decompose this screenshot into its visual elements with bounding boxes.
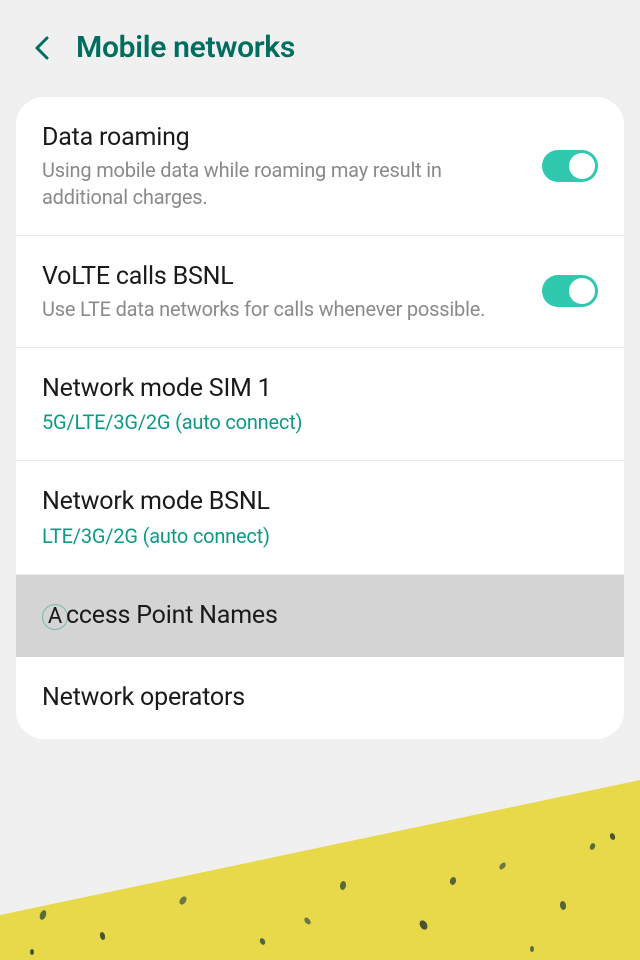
item-title: VoLTE calls BSNL: [42, 260, 530, 294]
circled-a-icon: A: [42, 604, 68, 630]
item-title: Network mode SIM 1: [42, 372, 598, 406]
item-title: Data roaming: [42, 121, 530, 155]
settings-card: Data roaming Using mobile data while roa…: [16, 97, 624, 739]
setting-volte[interactable]: VoLTE calls BSNL Use LTE data networks f…: [16, 236, 624, 348]
item-subtitle: Use LTE data networks for calls whenever…: [42, 296, 530, 323]
toggle-volte[interactable]: [542, 275, 598, 307]
decorative-footer: [0, 780, 640, 960]
item-text: Data roaming Using mobile data while roa…: [42, 121, 530, 211]
item-title: Network mode BSNL: [42, 485, 598, 519]
page-title: Mobile networks: [76, 30, 295, 65]
item-subtitle: Using mobile data while roaming may resu…: [42, 157, 530, 211]
apn-title-rest: ccess Point Names: [66, 601, 278, 630]
toggle-data-roaming[interactable]: [542, 150, 598, 182]
item-title: Network operators: [42, 681, 598, 715]
item-value: LTE/3G/2G (auto connect): [42, 523, 598, 550]
item-text: VoLTE calls BSNL Use LTE data networks f…: [42, 260, 530, 323]
setting-network-mode-sim1[interactable]: Network mode SIM 1 5G/LTE/3G/2G (auto co…: [16, 348, 624, 462]
toggle-thumb: [569, 278, 595, 304]
toggle-thumb: [569, 153, 595, 179]
header: Mobile networks: [0, 0, 640, 89]
setting-network-operators[interactable]: Network operators: [16, 657, 624, 739]
item-title: Access Point Names: [42, 599, 598, 633]
setting-network-mode-bsnl[interactable]: Network mode BSNL LTE/3G/2G (auto connec…: [16, 461, 624, 575]
item-text: Network mode SIM 1 5G/LTE/3G/2G (auto co…: [42, 372, 598, 437]
setting-data-roaming[interactable]: Data roaming Using mobile data while roa…: [16, 97, 624, 236]
item-text: Network operators: [42, 681, 598, 715]
back-icon[interactable]: [28, 34, 56, 62]
item-value: 5G/LTE/3G/2G (auto connect): [42, 409, 598, 436]
item-text: Access Point Names: [42, 599, 598, 633]
item-text: Network mode BSNL LTE/3G/2G (auto connec…: [42, 485, 598, 550]
setting-apn[interactable]: Access Point Names: [16, 575, 624, 657]
